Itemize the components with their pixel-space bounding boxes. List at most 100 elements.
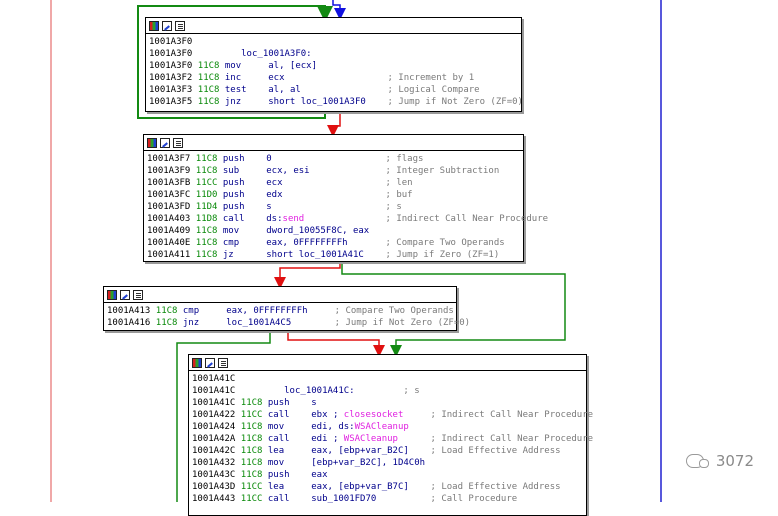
code-line[interactable]: 1001A41C 11C8 push s — [192, 397, 582, 409]
comment: ; flags — [385, 154, 424, 164]
incoming-flow-edge — [332, 0, 346, 20]
comment: ; s — [385, 202, 402, 212]
code-line[interactable]: 1001A3F0 11C8 mov al, [ecx] — [149, 60, 517, 72]
operands: eax, [ebp+var_B2C] — [311, 446, 409, 456]
operands: ecx — [266, 178, 283, 188]
graph-icon[interactable] — [162, 20, 172, 31]
code-line[interactable]: 1001A3F2 11C8 inc ecx ; Increment by 1 — [149, 72, 517, 84]
code-line[interactable]: 1001A3F5 11C8 jnz short loc_1001A3F0 ; J… — [149, 96, 523, 108]
line-address: 1001A3F0 — [149, 37, 193, 47]
mnemonic: sub — [222, 166, 240, 176]
stack-pointer: 11C8 — [197, 85, 220, 95]
graph-icon[interactable] — [160, 137, 170, 148]
code-line[interactable]: 1001A3F9 11C8 sub ecx, esi ; Integer Sub… — [147, 165, 519, 177]
code-line[interactable]: 1001A424 11C8 mov edi, ds:WSACleanup — [192, 421, 582, 433]
stack-pointer: 11C8 — [240, 470, 263, 480]
line-address: 1001A3FC — [147, 190, 191, 200]
operands: ecx — [268, 73, 285, 83]
code-line[interactable]: 1001A3F0 — [149, 36, 517, 48]
palette-icon[interactable] — [147, 137, 157, 148]
false-edge-3 — [287, 330, 385, 357]
mnemonic: jnz — [182, 318, 200, 328]
code-block-send[interactable]: 1001A3F7 11C8 push 0 ; flags 1001A3F9 11C… — [143, 134, 548, 262]
graph-icon[interactable] — [205, 357, 215, 368]
operands: edi ; WSACleanup — [311, 434, 398, 444]
list-view-icon[interactable] — [218, 357, 228, 368]
block-lines: 1001A41C 1001A41C loc_1001A41C: ; s 1001A… — [189, 371, 593, 507]
mnemonic: call — [267, 434, 290, 444]
stack-pointer: 11C8 — [155, 318, 178, 328]
stack-pointer: 11C8 — [195, 166, 218, 176]
code-line[interactable]: 1001A409 11C8 mov dword_10055F8C, eax — [147, 225, 519, 237]
stack-pointer: 11C8 — [195, 250, 218, 260]
operands: loc_1001A41C: — [284, 386, 355, 396]
line-address: 1001A409 — [147, 226, 191, 236]
palette-icon[interactable] — [107, 289, 117, 300]
stack-pointer: 11C8 — [240, 422, 263, 432]
line-address: 1001A424 — [192, 422, 236, 432]
line-address: 1001A3F9 — [147, 166, 191, 176]
comment: ; Increment by 1 — [387, 73, 475, 83]
code-line[interactable]: 1001A411 11C8 jz short loc_1001A41C ; Ju… — [147, 249, 519, 261]
line-address: 1001A42C — [192, 446, 236, 456]
code-line[interactable]: 1001A43C 11C8 push eax — [192, 469, 582, 481]
wechat-icon — [685, 454, 709, 468]
block-header — [146, 18, 521, 34]
code-line[interactable]: 1001A41C loc_1001A41C: ; s — [192, 385, 582, 397]
code-line[interactable]: 1001A43D 11CC lea eax, [ebp+var_B7C] ; L… — [192, 481, 582, 493]
code-line[interactable]: 1001A41C — [192, 373, 582, 385]
comment: ; Jump if Not Zero (ZF=0) — [334, 318, 471, 328]
comment: ; Jump if Not Zero (ZF=0) — [387, 97, 523, 107]
code-line[interactable]: 1001A443 11CC call sub_1001FD70 ; Call P… — [192, 493, 582, 505]
code-line[interactable]: 1001A422 11CC call ebx ; closesocket ; I… — [192, 409, 593, 421]
api-name[interactable]: WSACleanup — [344, 434, 398, 444]
operands: 0 — [266, 154, 272, 164]
mnemonic: call — [267, 494, 290, 504]
code-line[interactable]: 1001A413 11C8 cmp eax, 0FFFFFFFFh ; Comp… — [107, 305, 454, 317]
stack-pointer: 11C8 — [197, 61, 220, 71]
graph-icon[interactable] — [120, 289, 130, 300]
code-block-loc-1001a3f0[interactable]: 1001A3F0 1001A3F0 loc_1001A3F0: 1001A3F0 … — [145, 17, 523, 112]
mnemonic: test — [224, 85, 247, 95]
comment: ; len — [385, 178, 413, 188]
code-line[interactable]: 1001A416 11C8 jnz loc_1001A4C5 ; Jump if… — [107, 317, 470, 329]
watermark-text: 3072 — [715, 452, 754, 470]
list-view-icon[interactable] — [173, 137, 183, 148]
code-line[interactable]: 1001A42C 11C8 lea eax, [ebp+var_B2C] ; L… — [192, 445, 582, 457]
operands: s — [311, 398, 317, 408]
palette-icon[interactable] — [192, 357, 202, 368]
operands: dword_10055F8C, eax — [266, 226, 370, 236]
comment: ; Call Procedure — [430, 494, 518, 504]
code-line[interactable]: 1001A3F7 11C8 push 0 ; flags — [147, 153, 519, 165]
line-address: 1001A443 — [192, 494, 236, 504]
code-line[interactable]: 1001A3FC 11D0 push edx ; buf — [147, 189, 519, 201]
code-block-loc-1001a41c[interactable]: 1001A41C 1001A41C loc_1001A41C: ; s 1001A… — [188, 354, 593, 516]
operands: ecx, esi — [266, 166, 310, 176]
operands: ebx ; closesocket — [311, 410, 404, 420]
line-address: 1001A41C — [192, 374, 236, 384]
comment: ; s — [403, 386, 420, 396]
api-name[interactable]: closesocket — [344, 410, 404, 420]
block-header — [189, 355, 586, 371]
list-view-icon[interactable] — [133, 289, 143, 300]
code-line[interactable]: 1001A3F0 loc_1001A3F0: — [149, 48, 517, 60]
api-name[interactable]: WSACleanup — [355, 422, 409, 432]
code-line[interactable]: 1001A3FD 11D4 push s ; s — [147, 201, 519, 213]
ida-graph-view[interactable]: 1001A3F0 1001A3F0 loc_1001A3F0: 1001A3F0 … — [0, 0, 778, 516]
api-name[interactable]: send — [283, 214, 305, 224]
code-block-cmp[interactable]: 1001A413 11C8 cmp eax, 0FFFFFFFFh ; Comp… — [103, 286, 470, 331]
stack-pointer: 11CC — [240, 494, 263, 504]
code-line[interactable]: 1001A3F3 11C8 test al, al ; Logical Comp… — [149, 84, 517, 96]
code-line[interactable]: 1001A403 11D8 call ds:send ; Indirect Ca… — [147, 213, 548, 225]
code-line[interactable]: 1001A40E 11C8 cmp eax, 0FFFFFFFFh ; Comp… — [147, 237, 519, 249]
code-line[interactable]: 1001A432 11C8 mov [ebp+var_B2C], 1D4C0h — [192, 457, 582, 469]
line-address: 1001A413 — [107, 306, 151, 316]
mnemonic: mov — [267, 422, 285, 432]
list-view-icon[interactable] — [175, 20, 185, 31]
code-line[interactable]: 1001A42A 11C8 call edi ; WSACleanup ; In… — [192, 433, 593, 445]
palette-icon[interactable] — [149, 20, 159, 31]
mnemonic: jnz — [224, 97, 242, 107]
mnemonic: push — [222, 154, 245, 164]
code-line[interactable]: 1001A3FB 11CC push ecx ; len — [147, 177, 519, 189]
mnemonic: lea — [267, 482, 285, 492]
